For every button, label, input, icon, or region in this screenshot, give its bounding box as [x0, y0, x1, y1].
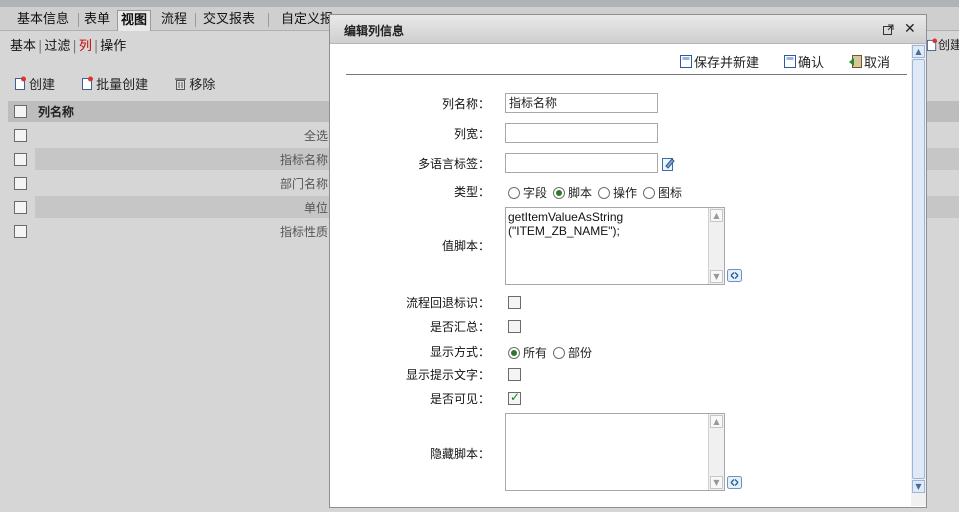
new-document-icon	[926, 38, 938, 51]
tab-separator	[268, 13, 269, 27]
type-radio-action[interactable]: 操作	[598, 184, 637, 201]
save-icon	[679, 55, 692, 68]
type-radio-icon[interactable]: 图标	[643, 184, 682, 201]
dialog-divider	[346, 74, 907, 75]
textarea-scrollbar[interactable]: ▲ ▼	[708, 208, 724, 284]
cancel-label: 取消	[863, 56, 890, 71]
dialog-titlebar[interactable]: 编辑列信息 ✕	[330, 15, 926, 44]
select-all-checkbox[interactable]	[14, 105, 27, 118]
script-editor-icon[interactable]	[727, 269, 742, 282]
popout-icon[interactable]	[883, 24, 894, 38]
row-label: 部门名称	[279, 177, 328, 191]
summary-label: 是否汇总：	[429, 320, 490, 334]
remove-button[interactable]: 移除	[174, 74, 215, 93]
row-checkbox[interactable]	[14, 225, 27, 238]
column-header-name: 列名称	[38, 105, 75, 119]
textarea-scrollbar[interactable]: ▲ ▼	[708, 414, 724, 490]
edit-column-dialog: 编辑列信息 ✕ 保存并新建 确认 取消 列名称： 指标名称 列宽： 多语言标签：	[329, 14, 927, 508]
row-label: 单位	[303, 201, 328, 215]
subnav-basic[interactable]: 基本	[10, 39, 36, 54]
type-radio-script[interactable]: 脚本	[553, 184, 592, 201]
dialog-scrollbar[interactable]: ▲ ▼	[911, 44, 926, 506]
top-strip	[0, 0, 959, 7]
batch-create-button[interactable]: 批量创建	[81, 74, 148, 93]
exit-icon	[848, 55, 862, 68]
hide-script-label: 隐藏脚本：	[429, 447, 490, 461]
scroll-up-icon[interactable]: ▲	[912, 45, 925, 58]
trash-icon	[175, 78, 187, 90]
column-width-label: 列宽：	[453, 127, 490, 141]
value-script-label: 值脚本：	[441, 239, 490, 253]
type-radio-group: 字段 脚本 操作 图标	[508, 184, 688, 201]
row-label: 指标性质	[279, 225, 328, 239]
display-mode-radio-group: 所有 部份	[508, 344, 598, 361]
dialog-body: 保存并新建 确认 取消 列名称： 指标名称 列宽： 多语言标签： 类型： 字段 …	[330, 44, 926, 507]
subnav-action[interactable]: 操作	[100, 39, 126, 54]
type-radio-field[interactable]: 字段	[508, 184, 547, 201]
column-name-field[interactable]: 指标名称	[505, 93, 658, 113]
show-tip-label: 显示提示文字：	[405, 368, 490, 382]
dialog-title: 编辑列信息	[344, 24, 405, 38]
show-tip-checkbox[interactable]	[508, 368, 521, 381]
hide-script-textarea[interactable]: ▲ ▼	[505, 413, 725, 491]
save-and-new-button[interactable]: 保存并新建	[679, 52, 759, 71]
row-checkbox[interactable]	[14, 177, 27, 190]
confirm-label: 确认	[797, 56, 824, 71]
create-button[interactable]: 创建	[14, 74, 55, 93]
row-checkbox[interactable]	[14, 153, 27, 166]
batch-create-label: 批量创建	[96, 78, 149, 93]
value-script-textarea[interactable]: getItemValueAsString ("ITEM_ZB_NAME"); ▲ ▼	[505, 207, 725, 285]
sub-navigation: 基本 | 过滤 | 列 | 操作	[10, 39, 127, 54]
tab-cross-report[interactable]: 交叉报表	[200, 10, 258, 31]
dialog-actions: 保存并新建 确认 取消	[655, 52, 890, 71]
scroll-thumb[interactable]	[912, 59, 925, 479]
tab-separator	[78, 13, 79, 27]
tab-flow[interactable]: 流程	[158, 10, 190, 31]
visible-label: 是否可见：	[429, 392, 490, 406]
tab-separator	[195, 13, 196, 27]
confirm-button[interactable]: 确认	[783, 52, 824, 71]
flow-back-checkbox[interactable]	[508, 296, 521, 309]
subnav-column[interactable]: 列	[79, 39, 92, 54]
close-icon[interactable]: ✕	[904, 22, 916, 36]
display-mode-radio-all[interactable]: 所有	[508, 344, 547, 361]
create-label: 创建	[29, 78, 56, 93]
edit-icon[interactable]	[661, 156, 676, 172]
row-checkbox[interactable]	[14, 201, 27, 214]
new-document-icon	[15, 76, 26, 90]
type-label: 类型：	[453, 185, 490, 199]
cancel-button[interactable]: 取消	[848, 52, 890, 71]
save-icon	[783, 55, 796, 68]
visible-checkbox[interactable]	[508, 390, 521, 405]
value-script-line: getItemValueAsString	[508, 210, 624, 224]
flow-back-label: 流程回退标识：	[405, 296, 490, 310]
tab-view[interactable]: 视图	[117, 10, 152, 31]
row-label: 全选	[303, 129, 328, 143]
remove-label: 移除	[189, 78, 216, 93]
i18n-field[interactable]	[505, 153, 658, 173]
display-mode-label: 显示方式：	[429, 345, 490, 359]
right-create-label: 创建	[938, 38, 959, 52]
new-document-icon	[82, 76, 94, 90]
row-label: 指标名称	[279, 153, 328, 167]
column-width-field[interactable]	[505, 123, 658, 143]
column-name-label: 列名称：	[441, 97, 490, 111]
tab-basic-info[interactable]: 基本信息	[14, 10, 72, 31]
value-script-line: ("ITEM_ZB_NAME");	[508, 224, 620, 238]
subnav-filter[interactable]: 过滤	[44, 39, 70, 54]
row-checkbox[interactable]	[14, 129, 27, 142]
script-editor-icon[interactable]	[727, 476, 742, 489]
right-create-button[interactable]: 创建	[926, 36, 959, 53]
toolbar: 创建 批量创建 移除	[14, 74, 237, 95]
summary-checkbox[interactable]	[508, 320, 521, 333]
save-and-new-label: 保存并新建	[693, 56, 759, 71]
tab-custom-report[interactable]: 自定义报	[278, 10, 336, 31]
scroll-down-icon[interactable]: ▼	[912, 480, 925, 493]
i18n-label: 多语言标签：	[417, 157, 490, 171]
display-mode-radio-partial[interactable]: 部份	[553, 344, 592, 361]
tab-form[interactable]: 表单	[81, 10, 113, 31]
